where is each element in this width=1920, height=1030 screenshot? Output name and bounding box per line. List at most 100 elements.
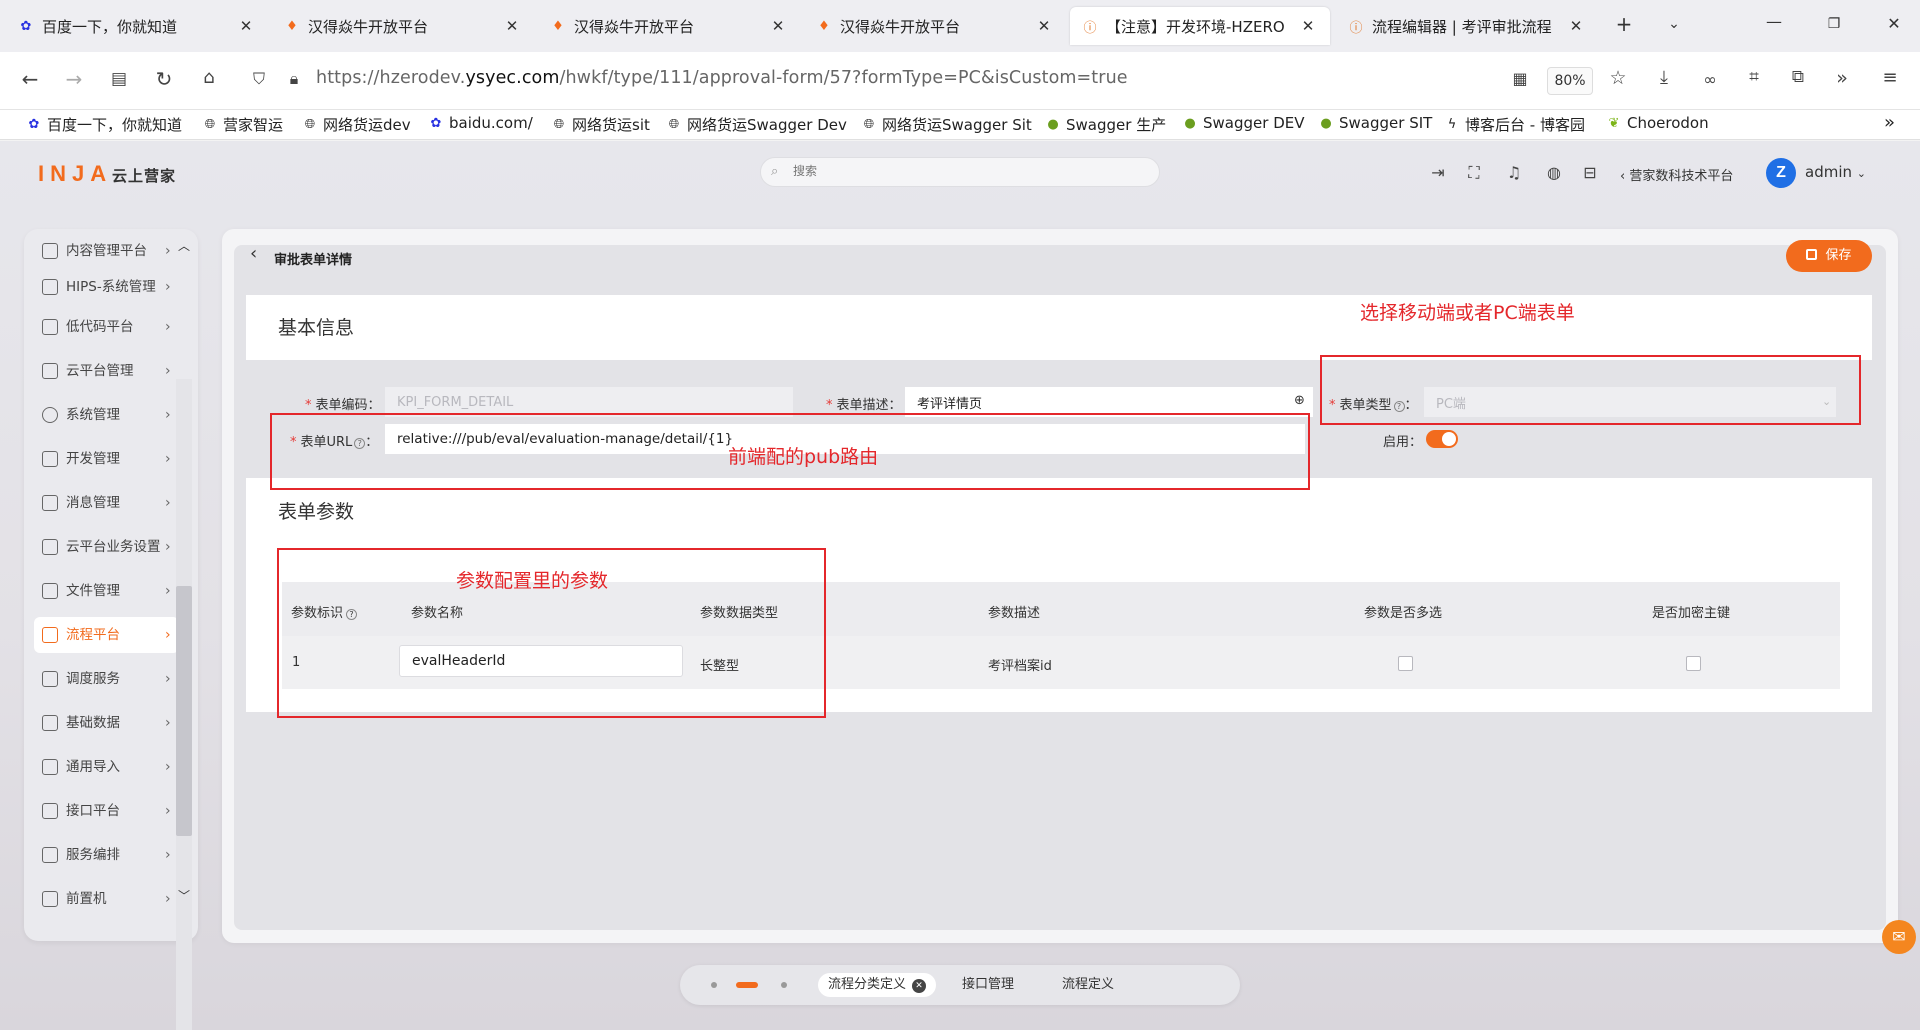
browser-tab[interactable]: ♦ 汉得焱牛开放平台 ✕ <box>538 7 800 45</box>
message-icon <box>42 495 58 511</box>
sidebar-item-hips[interactable]: HIPS-系统管理 › <box>34 267 179 307</box>
bookmark[interactable]: 🌐︎ 网络货运Swagger Sit <box>861 114 1032 135</box>
language-icon[interactable]: ◍ <box>1544 163 1564 182</box>
save-button[interactable]: 保存 <box>1786 240 1872 272</box>
sidebar-item-cloud-biz[interactable]: 云平台业务设置 › <box>34 525 179 569</box>
chevron-down-icon: ⌄ <box>1856 167 1866 180</box>
reader-icon[interactable]: ∞ <box>1696 70 1724 89</box>
sidebar-item-cloud[interactable]: 云平台管理 › <box>34 353 179 389</box>
sidebar-item-orchestration[interactable]: 服务编排 › <box>34 837 179 873</box>
sidebar-item-workflow[interactable]: 流程平台 › <box>34 617 179 653</box>
search-input[interactable] <box>793 164 1133 178</box>
col-param-multi: 参数是否多选 <box>1364 606 1443 621</box>
bookmark[interactable]: 🌐︎ 网络货运sit <box>551 114 650 135</box>
sidebar-scroll-thumb[interactable] <box>176 586 192 836</box>
globe-icon[interactable]: ⊕ <box>1294 393 1305 408</box>
bookmark[interactable]: 🌐︎ 营家智运 <box>202 114 283 135</box>
sidebar-item-dev[interactable]: 开发管理 › <box>34 441 179 477</box>
sidebar-item-scheduler[interactable]: 调度服务 › <box>34 661 179 697</box>
shield-icon[interactable]: ⛉ <box>245 69 273 89</box>
pager-dot[interactable] <box>711 982 717 988</box>
bookmark[interactable]: ● Swagger DEV <box>1182 114 1304 132</box>
extensions-icon[interactable]: ⧉ <box>1784 67 1812 87</box>
bookmarks-overflow-icon[interactable]: » <box>1884 112 1895 133</box>
qr-code-icon[interactable]: ▦ <box>1506 69 1534 88</box>
window-close-icon[interactable]: ✕ <box>1880 14 1908 33</box>
minimize-icon[interactable]: — <box>1760 12 1788 31</box>
browser-tab[interactable]: ✿ 百度一下，你就知道 ✕ <box>6 7 268 45</box>
multi-select-checkbox[interactable] <box>1398 656 1413 671</box>
search-icon: ⌕ <box>771 164 779 179</box>
tab-list-icon[interactable]: ⌄ <box>1660 16 1688 32</box>
chat-assistant-icon[interactable]: ✉ <box>1882 920 1916 954</box>
bookmark[interactable]: ✿ baidu.com/ <box>428 114 533 132</box>
encrypt-key-checkbox[interactable] <box>1686 656 1701 671</box>
restore-icon[interactable]: ❐ <box>1820 16 1848 32</box>
page-tab-workflow-def[interactable]: 流程定义 <box>1052 973 1124 997</box>
close-icon[interactable]: ✕ <box>912 979 927 993</box>
bookmark[interactable]: ✿ 百度一下，你就知道 <box>26 114 182 135</box>
reload-icon[interactable]: ↻ <box>150 67 178 91</box>
tenant-switcher[interactable]: ‹ 营家数科技术平台 <box>1620 165 1733 184</box>
global-search[interactable]: ⌕ <box>760 157 1160 187</box>
browser-tab[interactable]: ♦ 汉得焱牛开放平台 ✕ <box>272 7 534 45</box>
sidebar-item-content[interactable]: 内容管理平台 › <box>34 233 179 269</box>
scroll-up-icon[interactable]: ︿ <box>176 237 192 254</box>
bookmark[interactable]: ϟ 博客后台 - 博客园 <box>1444 114 1585 135</box>
tenant-switch-icon[interactable]: ⊟ <box>1580 163 1600 182</box>
browser-tab-active[interactable]: ⓘ 【注意】开发环境-HZERO ✕ <box>1070 7 1330 45</box>
content-icon <box>42 243 58 259</box>
close-icon[interactable]: ✕ <box>1566 17 1586 35</box>
sidebar-toggle-icon[interactable]: ▤ <box>105 69 133 89</box>
close-icon[interactable]: ✕ <box>1034 17 1054 35</box>
back-icon[interactable]: ← <box>16 67 44 91</box>
new-tab-icon[interactable]: + <box>1610 12 1638 36</box>
sidebar-item-message[interactable]: 消息管理 › <box>34 485 179 521</box>
user-menu[interactable]: admin ⌄ <box>1805 163 1866 181</box>
database-icon <box>42 715 58 731</box>
sidebar-item-frontend[interactable]: 前置机 › <box>34 881 179 917</box>
bookmark[interactable]: 🌐︎ 网络货运dev <box>302 114 411 135</box>
scroll-down-icon[interactable]: ﹀ <box>176 887 192 904</box>
sidebar-item-import[interactable]: 通用导入 › <box>34 749 179 785</box>
star-icon[interactable]: ☆ <box>1604 67 1632 89</box>
exit-icon[interactable]: ⇥ <box>1428 163 1448 182</box>
bell-icon[interactable]: ♫ <box>1504 163 1524 182</box>
bookmark-label: 网络货运Swagger Sit <box>882 116 1032 134</box>
sidebar-item-lowcode[interactable]: 低代码平台 › <box>34 309 179 345</box>
close-icon[interactable]: ✕ <box>768 17 788 35</box>
browser-tab[interactable]: ♦ 汉得焱牛开放平台 ✕ <box>804 7 1066 45</box>
back-chevron-icon[interactable]: ‹ <box>250 243 257 264</box>
overflow-icon[interactable]: » <box>1828 67 1856 89</box>
zoom-level[interactable]: 80% <box>1547 67 1593 95</box>
bookmark[interactable]: ● Swagger 生产 <box>1045 114 1166 135</box>
page-tab-workflow-category[interactable]: 流程分类定义 ✕ <box>818 973 937 997</box>
home-icon[interactable]: ⌂ <box>195 67 223 88</box>
pager-dot[interactable] <box>781 982 787 988</box>
close-icon[interactable]: ✕ <box>1298 17 1318 35</box>
sidebar-item-basedata[interactable]: 基础数据 › <box>34 705 179 741</box>
browser-tab[interactable]: ⓘ 流程编辑器 | 考评审批流程 ✕ <box>1336 7 1598 45</box>
required-mark: * <box>305 398 312 413</box>
close-icon[interactable]: ✕ <box>236 17 256 35</box>
fullscreen-icon[interactable]: ⛶ <box>1464 163 1484 183</box>
enabled-switch[interactable] <box>1426 430 1458 448</box>
avatar[interactable]: Z <box>1766 158 1796 188</box>
bookmark[interactable]: ❦ Choerodon <box>1606 114 1709 132</box>
close-icon[interactable]: ✕ <box>502 17 522 35</box>
page-tab-interface[interactable]: 接口管理 <box>952 973 1024 997</box>
lock-icon[interactable]: 🔒︎ <box>280 69 308 89</box>
menu-icon[interactable]: ≡ <box>1876 67 1904 88</box>
bookmark[interactable]: 🌐︎ 网络货运Swagger Dev <box>666 114 847 135</box>
basic-info-header: 基本信息 <box>246 295 1872 360</box>
sidebar-item-interface[interactable]: 接口平台 › <box>34 793 179 829</box>
url-field[interactable]: https://hzerodev.ysyec.com/hwkf/type/111… <box>316 68 1128 88</box>
pager-dot-active[interactable] <box>736 982 758 988</box>
download-icon[interactable]: ⤓ <box>1650 67 1678 88</box>
bookmark[interactable]: ● Swagger SIT <box>1318 114 1432 132</box>
sidebar-item-file[interactable]: 文件管理 › <box>34 573 179 609</box>
crop-icon[interactable]: ⌗ <box>1740 67 1768 87</box>
forward-icon[interactable]: → <box>60 67 88 91</box>
browser-tab-bar: ✿ 百度一下，你就知道 ✕ ♦ 汉得焱牛开放平台 ✕ ♦ 汉得焱牛开放平台 ✕ … <box>0 0 1920 52</box>
sidebar-item-system[interactable]: 系统管理 › <box>34 397 179 433</box>
